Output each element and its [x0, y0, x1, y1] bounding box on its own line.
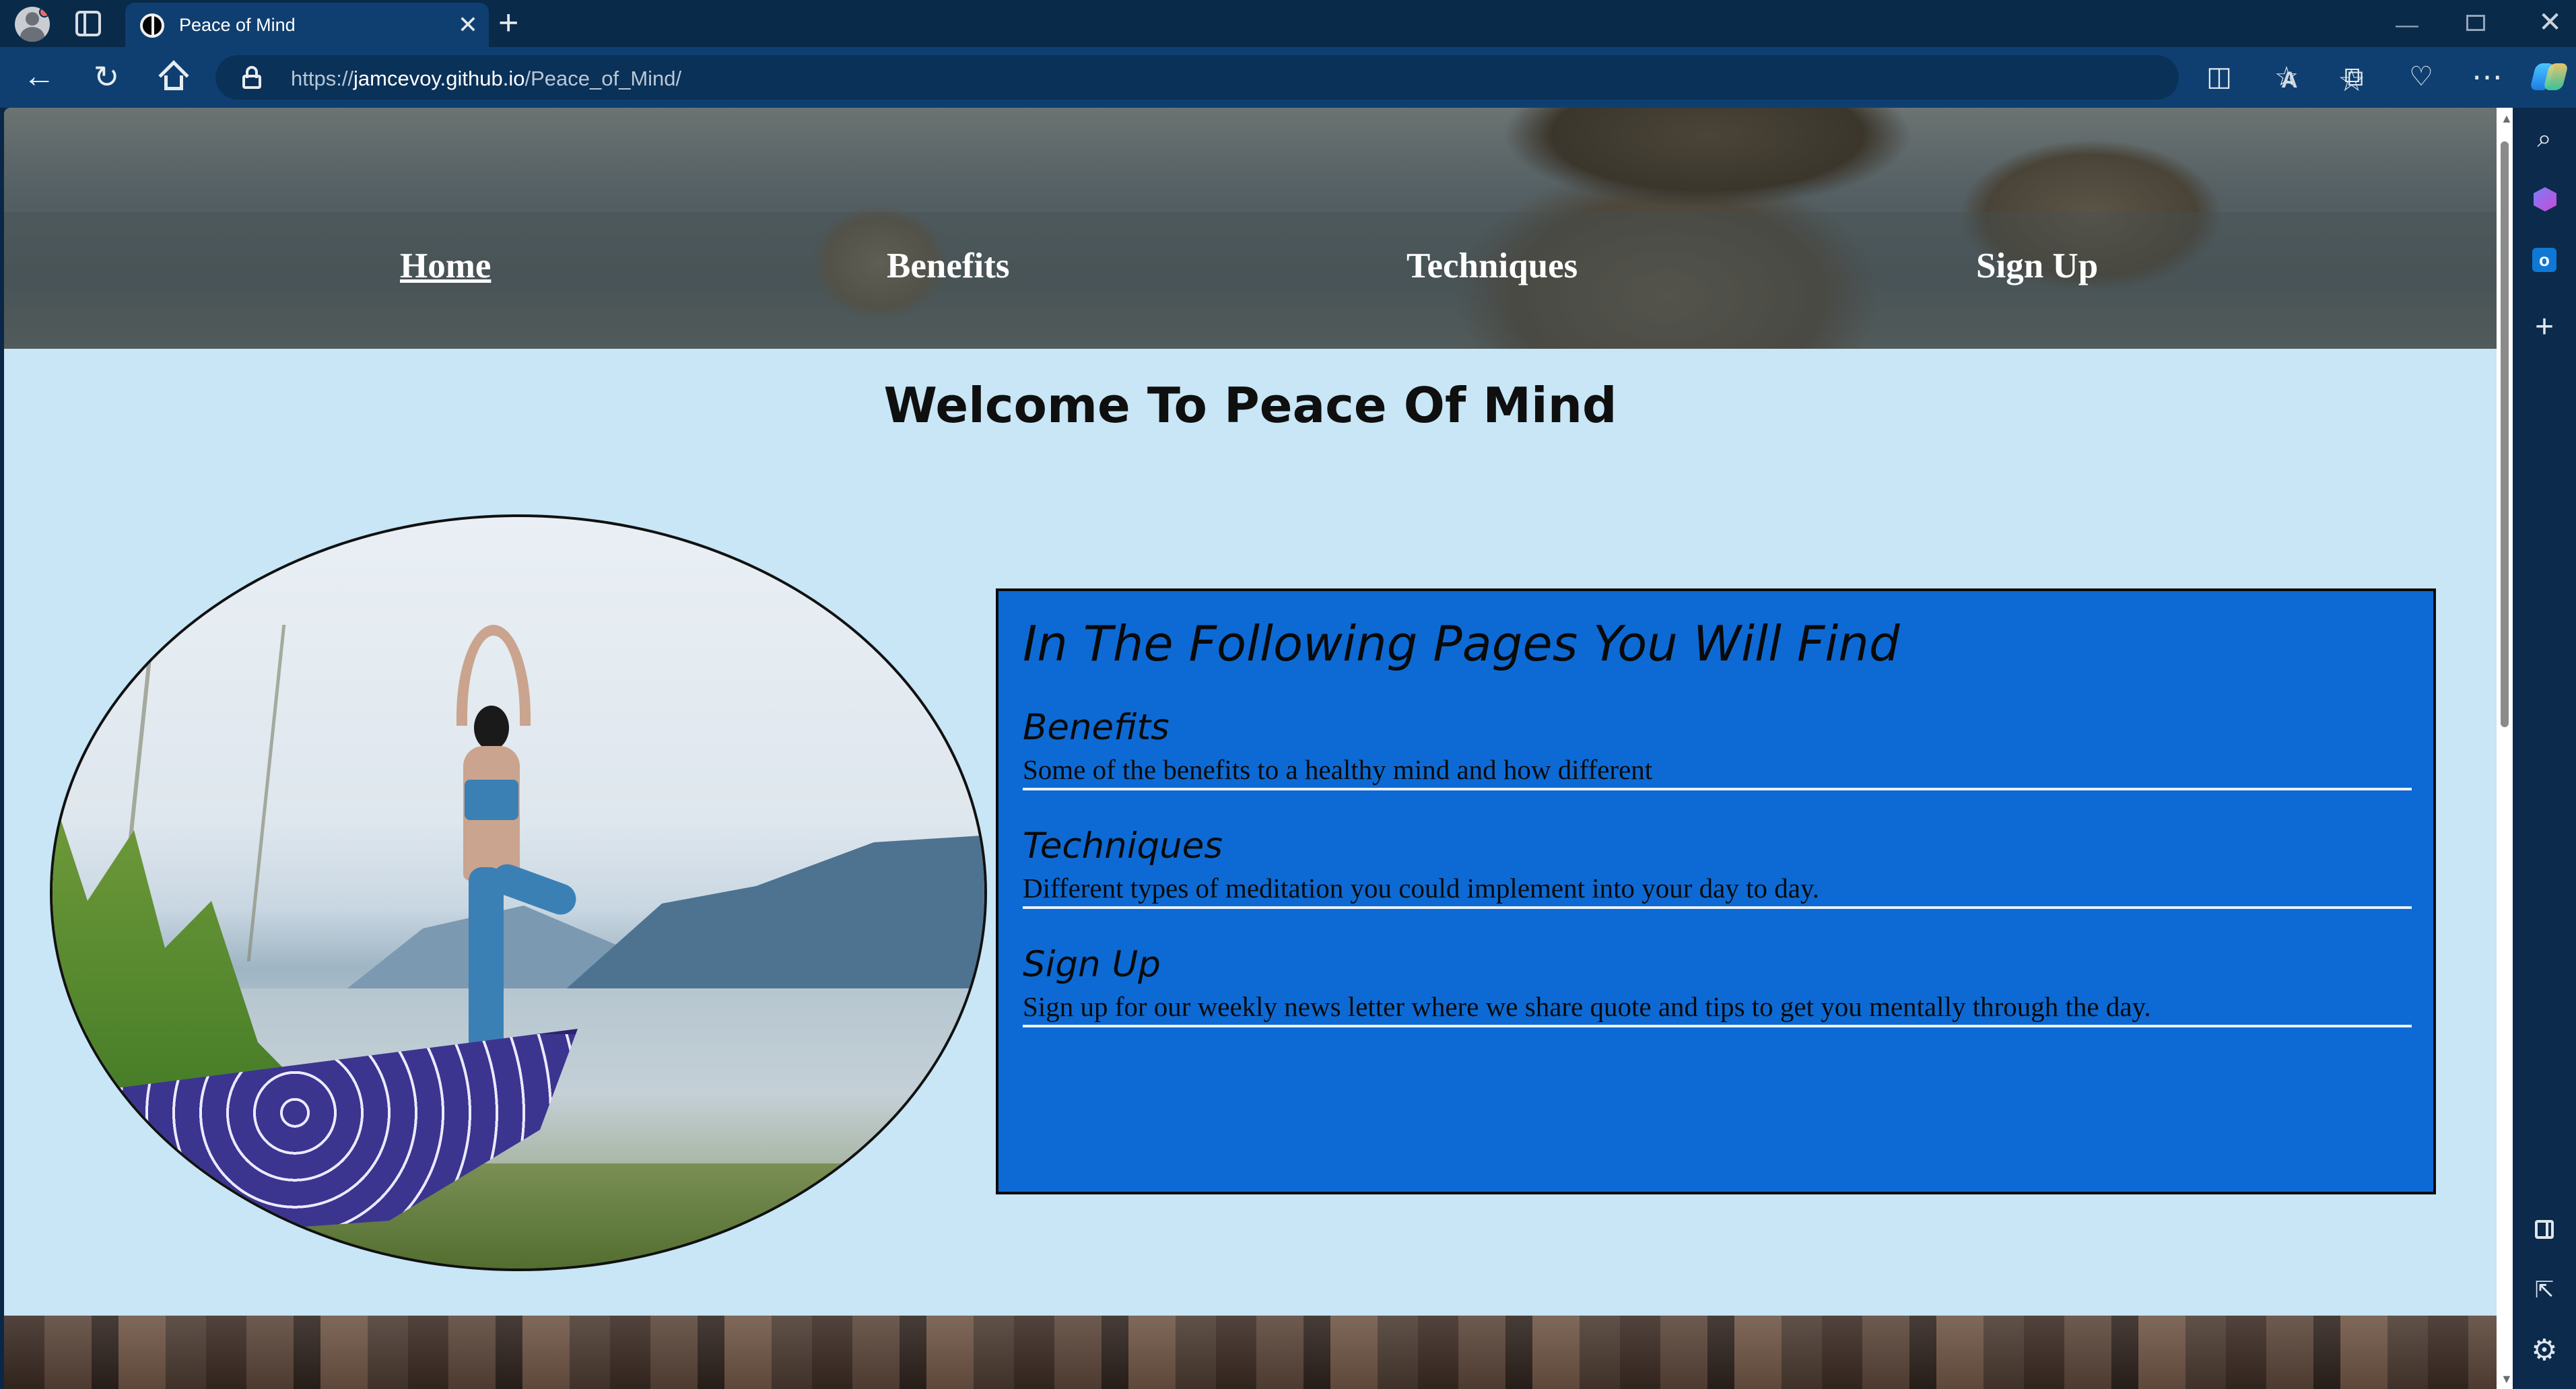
sidebar-add-icon[interactable]: + — [2524, 307, 2565, 347]
tab-close-icon[interactable]: ✕ — [458, 9, 478, 40]
favorites-icon[interactable]: ☆ — [2266, 57, 2307, 97]
info-box-title: In The Following Pages You Will Find — [1023, 615, 1900, 672]
address-bar[interactable]: https://jamcevoy.github.io/Peace_of_Mind… — [215, 55, 2365, 100]
window-minimize-icon[interactable]: — — [2396, 12, 2418, 38]
info-item-text: Different types of meditation you could … — [1023, 873, 1820, 904]
back-icon[interactable]: ← — [19, 57, 59, 97]
sidebar-outlook-icon[interactable]: o — [2524, 240, 2565, 280]
home-icon[interactable] — [154, 57, 194, 97]
copilot-icon[interactable] — [2529, 57, 2569, 97]
info-item-text: Some of the benefits to a healthy mind a… — [1023, 754, 1653, 785]
info-item-heading: Techniques — [1023, 825, 1223, 867]
page-title: Welcome To Peace Of Mind — [883, 377, 1617, 434]
lock-icon[interactable] — [242, 66, 261, 89]
info-item-techniques: Techniques Different types of meditation… — [1023, 823, 2412, 909]
sidebar-search-icon[interactable]: ⌕ — [2524, 118, 2565, 159]
scroll-down-arrow-icon[interactable]: ▼ — [2501, 1372, 2513, 1386]
yoga-photo-oval — [50, 514, 987, 1271]
info-box: In The Following Pages You Will Find Ben… — [996, 588, 2436, 1194]
nav-link-sign-up[interactable]: Sign Up — [1976, 246, 2098, 286]
tab-title: Peace of Mind — [179, 15, 296, 35]
nav-link-techniques[interactable]: Techniques — [1406, 246, 1578, 286]
collections-icon[interactable]: ⧉ — [2334, 57, 2374, 97]
browser-toolbar: ← ↻ https://jamcevoy.github.io/Peace_of_… — [0, 47, 2576, 108]
nav-link-home[interactable]: Home — [400, 246, 491, 286]
nav-link-benefits[interactable]: Benefits — [887, 246, 1010, 286]
hero-header-image: Home Benefits Techniques Sign Up — [4, 108, 2497, 349]
site-favicon-icon — [140, 13, 164, 38]
browser-essentials-icon[interactable]: ♡ — [2401, 57, 2441, 97]
profile-avatar-icon[interactable] — [15, 7, 50, 42]
info-item-text: Sign up for our weekly news letter where… — [1023, 991, 2151, 1022]
scroll-up-arrow-icon[interactable]: ▲ — [2501, 112, 2513, 126]
more-options-icon[interactable]: ⋯ — [2467, 57, 2507, 97]
page-scrollbar[interactable]: ▲ ▼ — [2497, 108, 2513, 1389]
sidebar-popout-icon[interactable]: ⇱ — [2524, 1270, 2565, 1310]
tab-actions-icon[interactable] — [75, 11, 101, 36]
info-item-heading: Benefits — [1023, 707, 1170, 748]
window-restore-icon[interactable] — [2466, 15, 2485, 31]
info-item-benefits: Benefits Some of the benefits to a healt… — [1023, 704, 2412, 790]
sidebar-panel-icon[interactable] — [2524, 1209, 2565, 1250]
footer-image-strip — [4, 1316, 2497, 1389]
tab-peace-of-mind[interactable]: Peace of Mind ✕ — [125, 3, 489, 47]
page-viewport: Home Benefits Techniques Sign Up Welcome… — [4, 108, 2497, 1389]
url-text[interactable]: https://jamcevoy.github.io/Peace_of_Mind… — [291, 67, 681, 91]
nav-band — [4, 212, 2497, 349]
sidebar-settings-icon[interactable]: ⚙ — [2524, 1330, 2565, 1371]
info-item-sign-up: Sign Up Sign up for our weekly news lett… — [1023, 941, 2412, 1027]
reload-icon[interactable]: ↻ — [86, 57, 127, 97]
new-tab-icon[interactable]: + — [498, 4, 518, 42]
browser-sidebar: ⌕ o + ⇱ ⚙ — [2513, 108, 2576, 1389]
scroll-thumb[interactable] — [2501, 141, 2509, 727]
info-item-heading: Sign Up — [1023, 944, 1161, 985]
browser-tab-bar: Peace of Mind ✕ + — ✕ — [0, 0, 2576, 47]
window-close-icon[interactable]: ✕ — [2538, 5, 2562, 39]
split-screen-icon[interactable]: ◫ — [2199, 57, 2239, 97]
sidebar-copilot-icon[interactable] — [2524, 179, 2565, 219]
